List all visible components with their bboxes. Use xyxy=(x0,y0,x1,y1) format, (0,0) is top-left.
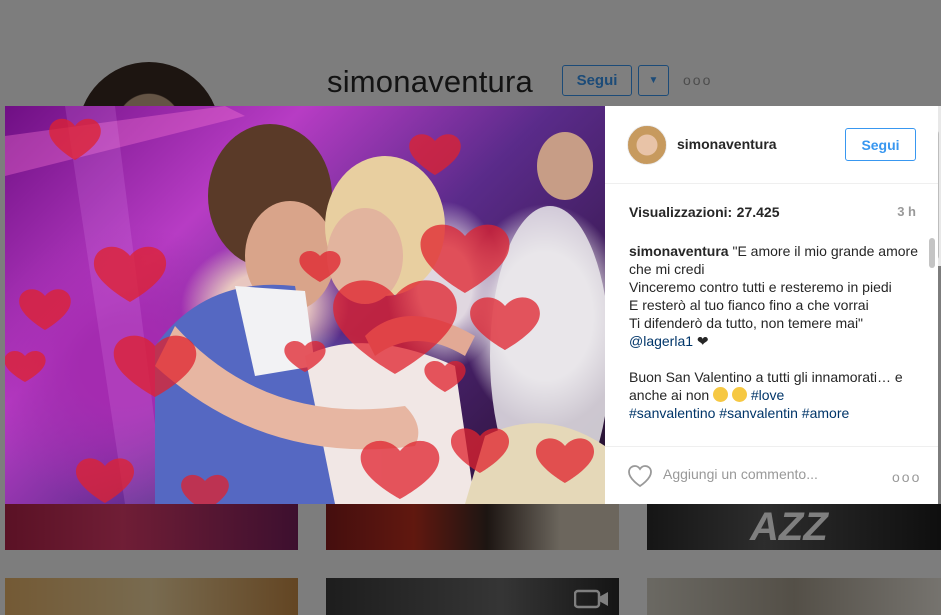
post-modal: simonaventura Segui Visualizzazioni: 27.… xyxy=(5,106,938,504)
post-sidebar: simonaventura Segui Visualizzazioni: 27.… xyxy=(605,106,938,504)
heart-emoji: ❤ xyxy=(693,333,709,349)
hashtags-links[interactable]: #sanvalentino #sanvalentin #amore xyxy=(629,404,919,422)
photo-content xyxy=(5,106,605,504)
mention-link[interactable]: @lagerla1 xyxy=(629,333,693,349)
views-row: Visualizzazioni: 27.425 3 h xyxy=(629,204,916,224)
caption-username[interactable]: simonaventura xyxy=(629,243,729,259)
follow-button[interactable]: Segui xyxy=(845,128,916,161)
comment-input[interactable] xyxy=(663,461,863,487)
post-caption: simonaventura "E amore il mio grande amo… xyxy=(629,242,919,436)
caption-scrollbar-thumb[interactable] xyxy=(929,238,935,268)
comment-bar: ooo xyxy=(605,446,938,504)
author-avatar[interactable] xyxy=(627,125,667,165)
heart-outline-icon[interactable] xyxy=(627,464,653,488)
caption-line: Ti difenderò da tutto, non temere mai" xyxy=(629,315,864,331)
caption-scrollbar[interactable] xyxy=(928,238,936,438)
caption-line: Vinceremo contro tutti e resteremo in pi… xyxy=(629,279,892,295)
author-username[interactable]: simonaventura xyxy=(677,136,777,152)
views-count: 27.425 xyxy=(736,204,780,220)
kiss-emoji-icon xyxy=(731,387,747,402)
options-ellipsis-icon[interactable]: ooo xyxy=(892,469,921,485)
post-photo[interactable] xyxy=(5,106,605,504)
caption-line: E resterò al tuo fianco fino a che vorra… xyxy=(629,297,869,313)
heart-eyes-emoji-icon xyxy=(713,387,729,402)
views-label: Visualizzazioni: xyxy=(629,204,733,220)
post-header: simonaventura Segui xyxy=(605,106,938,184)
post-time[interactable]: 3 h xyxy=(897,204,916,219)
hashtag-love-link[interactable]: #love xyxy=(751,387,784,403)
